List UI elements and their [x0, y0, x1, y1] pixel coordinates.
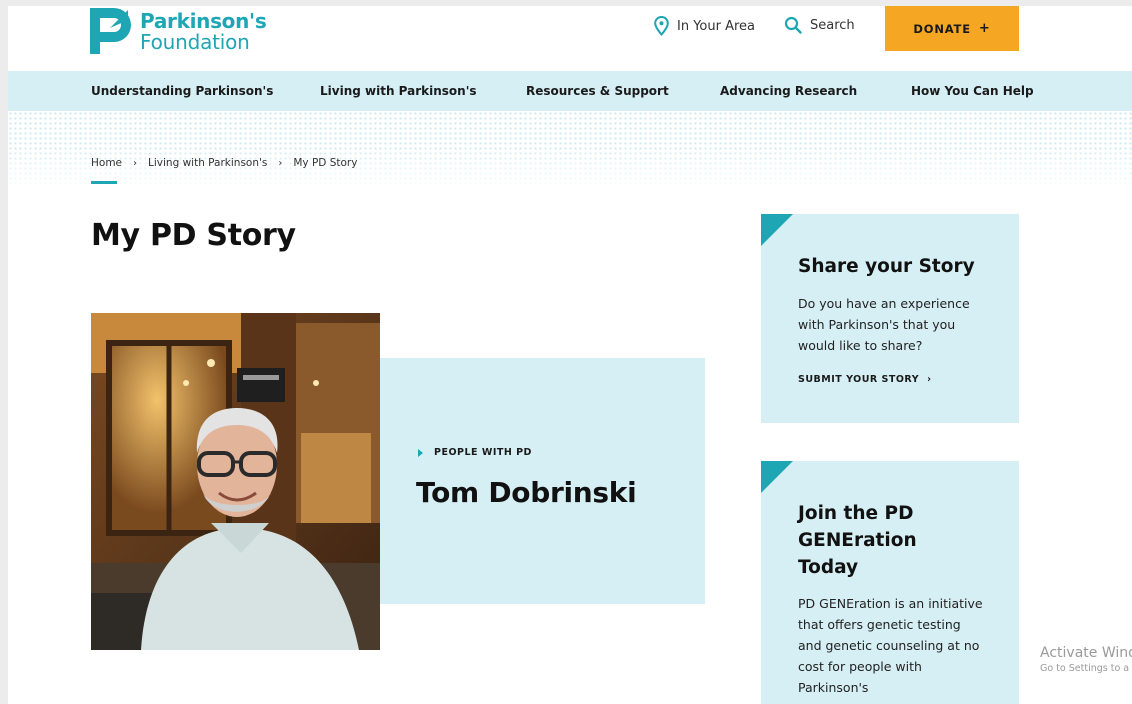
dot-pattern-background: [8, 111, 1132, 191]
story-category[interactable]: PEOPLE WITH PD: [418, 447, 532, 458]
breadcrumb-underline: [91, 181, 117, 184]
search-label: Search: [810, 17, 855, 33]
in-your-area-link[interactable]: In Your Area: [654, 16, 755, 36]
nav-item-advancing-research[interactable]: Advancing Research: [720, 84, 857, 98]
logo-wordmark: Parkinson's Foundation: [140, 11, 267, 52]
share-story-card: Share your Story Do you have an experien…: [761, 214, 1019, 423]
story-card: PEOPLE WITH PD Tom Dobrinski: [380, 358, 705, 604]
breadcrumb-separator-icon: ›: [133, 157, 138, 169]
nav-item-resources-support[interactable]: Resources & Support: [526, 84, 669, 98]
location-pin-icon: [654, 16, 669, 36]
activate-windows-watermark: Activate Wind Go to Settings to a: [1040, 645, 1132, 674]
logo-line1: Parkinson's: [140, 8, 267, 33]
logo-p-icon: [90, 8, 134, 54]
story-category-label: PEOPLE WITH PD: [434, 447, 532, 458]
breadcrumb-separator-icon: ›: [278, 157, 283, 169]
search-link[interactable]: Search: [784, 16, 855, 34]
logo[interactable]: Parkinson's Foundation: [90, 8, 267, 54]
corner-triangle-icon: [761, 214, 793, 246]
page: Parkinson's Foundation In Your Area Sear…: [8, 6, 1132, 704]
pd-generation-card: Join the PD GENEration Today PD GENErati…: [761, 461, 1019, 704]
in-your-area-label: In Your Area: [677, 18, 756, 34]
page-title: My PD Story: [91, 218, 296, 253]
chevron-right-icon: ›: [927, 374, 932, 385]
nav-item-living-with-parkinsons[interactable]: Living with Parkinson's: [320, 84, 477, 98]
nav-item-how-you-can-help[interactable]: How You Can Help: [911, 84, 1034, 98]
pd-generation-body: PD GENEration is an initiative that offe…: [798, 596, 983, 695]
breadcrumb-living-with-parkinsons[interactable]: Living with Parkinson's: [148, 157, 267, 169]
search-icon: [784, 16, 802, 34]
profile-photo: [91, 313, 380, 650]
watermark-line2: Go to Settings to a: [1040, 663, 1130, 674]
submit-story-label: SUBMIT YOUR STORY: [798, 374, 920, 385]
nav-item-understanding-parkinsons[interactable]: Understanding Parkinson's: [91, 84, 273, 98]
plus-icon: +: [978, 21, 991, 36]
breadcrumb: Home › Living with Parkinson's › My PD S…: [91, 157, 357, 169]
corner-triangle-icon: [761, 461, 793, 493]
triangle-bullet-icon: [418, 448, 423, 457]
share-story-body: Do you have an experience with Parkinson…: [798, 296, 970, 353]
logo-line2: Foundation: [140, 29, 250, 54]
pd-generation-title: Join the PD GENEration Today: [798, 503, 917, 578]
story-person-name: Tom Dobrinski: [416, 476, 637, 509]
watermark-line1: Activate Wind: [1040, 645, 1132, 661]
donate-label: DONATE: [913, 21, 971, 36]
breadcrumb-current-page: My PD Story: [293, 157, 358, 169]
breadcrumb-home[interactable]: Home: [91, 157, 122, 169]
submit-story-link[interactable]: SUBMIT YOUR STORY ›: [798, 374, 932, 385]
main-nav: Understanding Parkinson's Living with Pa…: [8, 71, 1132, 111]
share-story-title: Share your Story: [798, 256, 975, 277]
donate-button[interactable]: DONATE +: [885, 6, 1019, 51]
